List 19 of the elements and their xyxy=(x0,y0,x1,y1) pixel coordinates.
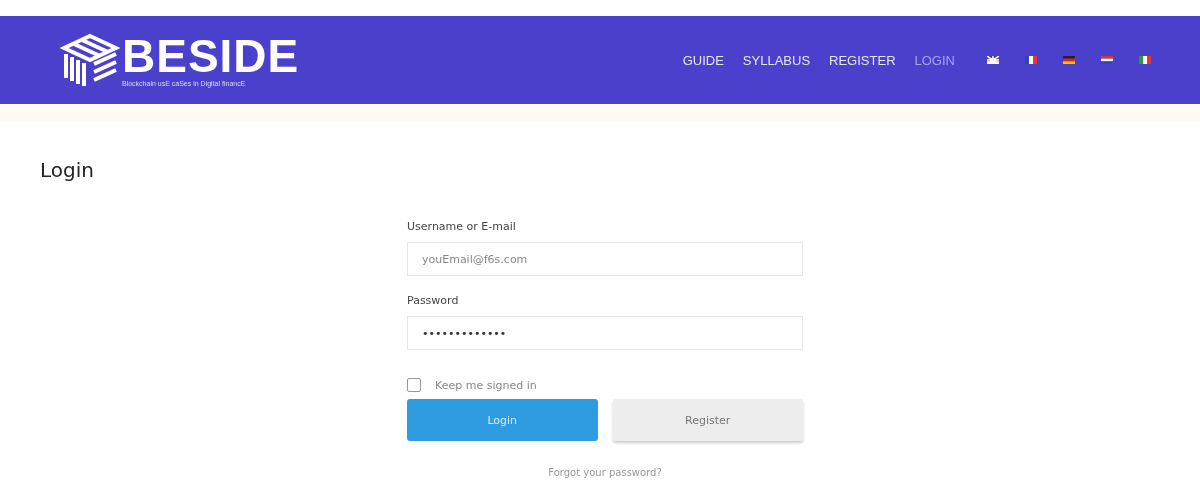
flag-icon[interactable] xyxy=(1063,56,1075,64)
checkbox-label: Keep me signed in xyxy=(435,378,537,392)
flag-icon[interactable] xyxy=(1025,56,1037,64)
field-label: Password xyxy=(407,294,460,307)
nav-link[interactable]: GUIDE xyxy=(682,52,724,68)
nav-link[interactable]: SYLLABUS xyxy=(742,52,811,68)
flag-icon[interactable] xyxy=(987,56,999,64)
nav-link[interactable]: LOGIN xyxy=(914,52,955,68)
nav-link[interactable]: REGISTER xyxy=(829,52,896,68)
page-title: Login xyxy=(40,158,95,182)
password-field[interactable]: ••••••••••••• xyxy=(407,316,803,350)
flag-icon[interactable] xyxy=(1101,56,1113,64)
checkbox[interactable] xyxy=(407,378,421,392)
cube-logo-icon xyxy=(60,32,120,88)
forgot-password-link[interactable]: Forgot your password? xyxy=(548,467,662,478)
register-button[interactable]: Register xyxy=(612,399,803,441)
logo-title: BESIDE xyxy=(122,32,300,79)
email-field[interactable]: youEmail@f6s.com xyxy=(407,242,803,276)
field-label: Username or E-mail xyxy=(407,220,517,233)
